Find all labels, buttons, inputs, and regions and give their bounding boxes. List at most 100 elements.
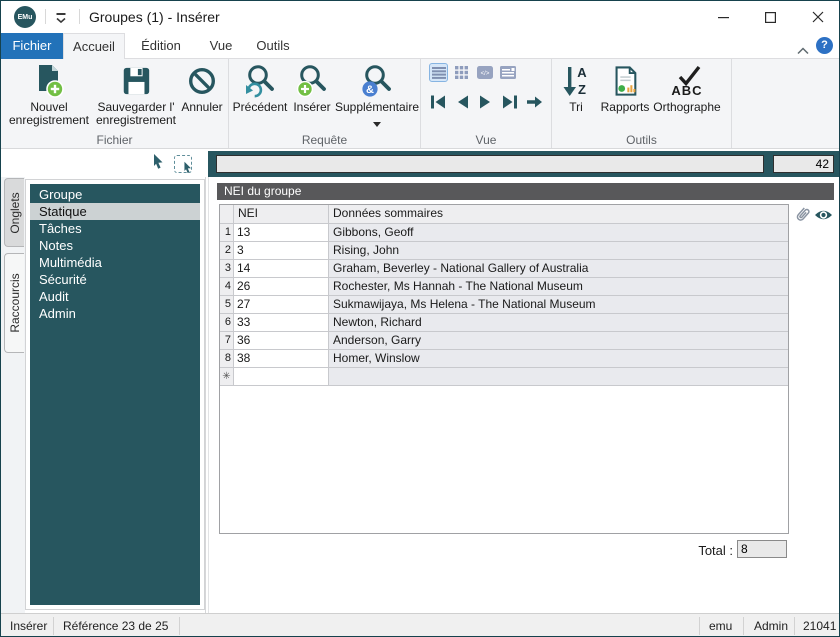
close-button[interactable] [794, 1, 840, 33]
tab-edition[interactable]: Édition [125, 33, 197, 59]
grid-header-row: NEI Données sommaires [220, 205, 788, 224]
table-row[interactable]: 5 27 Sukmawijaya, Ms Helena - The Nation… [220, 296, 788, 314]
cell-nei[interactable]: 33 [234, 314, 329, 332]
help-button[interactable]: ? [816, 37, 833, 54]
side-tab-raccourcis[interactable]: Raccourcis [4, 253, 24, 353]
row-number: 7 [220, 332, 234, 350]
new-record-button[interactable]: Nouvel enregistrement [5, 61, 93, 127]
cell-summary: Homer, Winslow [329, 350, 788, 368]
reports-button[interactable]: Rapports [598, 61, 652, 114]
cell-nei[interactable]: 26 [234, 278, 329, 296]
cell-nei[interactable]: 14 [234, 260, 329, 278]
sidebar-item-groupe[interactable]: Groupe [30, 186, 200, 203]
column-header-nei[interactable]: NEI [234, 205, 329, 224]
additional-query-button[interactable]: & Supplémentaire [335, 61, 419, 130]
sort-button[interactable]: A Z Tri [554, 61, 598, 114]
row-number: 6 [220, 314, 234, 332]
status-bar: Insérer Référence 23 de 25 emu Admin 210… [1, 613, 840, 637]
list-view-icon[interactable] [429, 63, 448, 82]
title-bar: EMu Groupes (1) - Insérer [1, 1, 839, 33]
next-record-icon[interactable] [475, 92, 496, 112]
splitter[interactable] [205, 177, 206, 613]
table-row[interactable]: 6 33 Newton, Richard [220, 314, 788, 332]
sidebar-item-audit[interactable]: Audit [30, 288, 200, 305]
tab-outils[interactable]: Outils [245, 33, 301, 59]
tab-accueil[interactable]: Accueil [63, 33, 125, 59]
cell-summary [329, 368, 788, 386]
table-row[interactable]: 4 26 Rochester, Ms Hannah - The National… [220, 278, 788, 296]
maximize-button[interactable] [747, 1, 794, 33]
code-view-icon[interactable]: </> [475, 63, 494, 82]
table-row[interactable]: 1 13 Gibbons, Geoff [220, 224, 788, 242]
status-number: 21041 [803, 619, 836, 633]
spelling-button[interactable]: ABC Orthographe [648, 61, 726, 114]
group-label-fichier: Fichier [1, 133, 228, 147]
cancel-button[interactable]: Annuler [179, 61, 225, 114]
column-header-num[interactable] [220, 205, 234, 224]
cursor-tools [151, 153, 192, 175]
sidebar-item-notes[interactable]: Notes [30, 237, 200, 254]
quick-access-dropdown-icon[interactable] [51, 9, 71, 26]
table-row[interactable]: 2 3 Rising, John [220, 242, 788, 260]
cell-summary: Rising, John [329, 242, 788, 260]
sidebar-item-admin[interactable]: Admin [30, 305, 200, 322]
previous-record-icon[interactable] [451, 92, 472, 112]
select-arrow-icon[interactable] [151, 153, 165, 175]
sidebar-item-securite[interactable]: Sécurité [30, 271, 200, 288]
cell-nei[interactable]: 36 [234, 332, 329, 350]
form-view-icon[interactable] [498, 63, 517, 82]
record-count-field[interactable] [773, 155, 834, 173]
tab-vue[interactable]: Vue [197, 33, 245, 59]
total-field[interactable] [737, 540, 787, 558]
sort-icon: A Z [561, 61, 591, 101]
first-record-icon[interactable] [427, 92, 448, 112]
group-label-vue: Vue [421, 133, 551, 147]
app-logo-icon[interactable]: EMu [14, 6, 36, 28]
cell-summary: Gibbons, Geoff [329, 224, 788, 242]
divider [179, 617, 180, 635]
insert-query-button[interactable]: Insérer [289, 61, 335, 114]
cell-summary: Graham, Beverley - National Gallery of A… [329, 260, 788, 278]
ribbon: Nouvel enregistrement Sauvegarder l' enr… [1, 59, 839, 149]
ribbon-group-requete: Précédent Insérer [229, 59, 421, 148]
row-number: 4 [220, 278, 234, 296]
cell-nei[interactable]: 3 [234, 242, 329, 260]
cell-nei[interactable]: 13 [234, 224, 329, 242]
goto-record-icon[interactable] [523, 92, 544, 112]
table-row[interactable]: 7 36 Anderson, Garry [220, 332, 788, 350]
minimize-button[interactable] [700, 1, 747, 33]
divider [794, 617, 795, 635]
window-title: Groupes (1) - Insérer [89, 1, 220, 33]
cell-nei[interactable]: 38 [234, 350, 329, 368]
last-record-icon[interactable] [499, 92, 520, 112]
query-input[interactable] [216, 155, 764, 173]
attachment-icon[interactable] [794, 205, 811, 229]
cell-nei[interactable]: 27 [234, 296, 329, 314]
view-attachments-eye-icon[interactable] [814, 208, 833, 227]
new-row[interactable]: ✳ [220, 368, 788, 386]
svg-text:Z: Z [578, 82, 586, 97]
sidebar-item-statique[interactable]: Statique [30, 203, 200, 220]
tab-fichier[interactable]: Fichier [1, 33, 63, 59]
save-record-button[interactable]: Sauvegarder l' enregistrement [95, 61, 177, 127]
reports-icon [610, 61, 640, 101]
tab-list: Groupe Statique Tâches Notes Multimédia … [30, 184, 200, 605]
svg-text:A: A [577, 65, 587, 80]
side-tab-onglets[interactable]: Onglets [4, 178, 24, 247]
sidebar-item-taches[interactable]: Tâches [30, 220, 200, 237]
previous-query-icon [243, 61, 277, 101]
cell-nei[interactable] [234, 368, 329, 386]
members-grid[interactable]: NEI Données sommaires 1 13 Gibbons, Geof… [219, 204, 789, 534]
table-row[interactable]: 8 38 Homer, Winslow [220, 350, 788, 368]
grid-view-icon[interactable] [452, 63, 471, 82]
ribbon-group-fichier: Nouvel enregistrement Sauvegarder l' enr… [1, 59, 229, 148]
status-database: emu [709, 619, 732, 633]
row-number: 5 [220, 296, 234, 314]
collapse-ribbon-icon[interactable] [797, 42, 811, 52]
previous-query-button[interactable]: Précédent [231, 61, 289, 114]
sidebar-item-multimedia[interactable]: Multimédia [30, 254, 200, 271]
marquee-select-icon[interactable] [174, 155, 192, 173]
column-header-summary[interactable]: Données sommaires [329, 205, 788, 224]
table-row[interactable]: 3 14 Graham, Beverley - National Gallery… [220, 260, 788, 278]
side-tab-strip: Onglets Raccourcis [1, 177, 25, 613]
